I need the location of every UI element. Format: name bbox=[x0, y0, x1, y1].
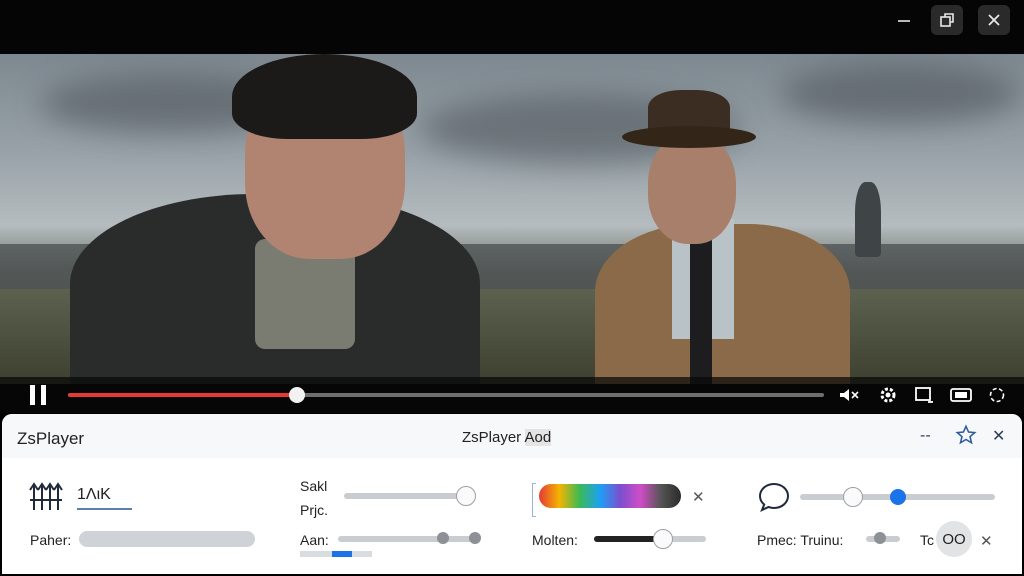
cloud bbox=[780, 64, 1020, 124]
chat-range-slider[interactable] bbox=[800, 487, 995, 507]
color-spectrum-slider[interactable] bbox=[539, 484, 681, 508]
pause-icon-bar bbox=[41, 385, 46, 405]
distant-statue bbox=[855, 182, 881, 257]
sakl-slider[interactable] bbox=[344, 486, 477, 506]
sakl-slider-handle[interactable] bbox=[456, 486, 477, 506]
volume-icon bbox=[840, 389, 859, 401]
tc-label: Tc bbox=[920, 532, 934, 548]
man-left-hair bbox=[232, 54, 417, 139]
equalizer-underline bbox=[77, 508, 132, 510]
aan-slider-handle[interactable] bbox=[437, 532, 450, 544]
miniplayer-button[interactable] bbox=[913, 385, 935, 405]
aan-slider-end-handle[interactable] bbox=[469, 532, 481, 544]
seek-handle[interactable] bbox=[288, 387, 305, 403]
panel-body: 1ΛιK Paher: Sakl Prjc. Aan: ✕ Molten: Pm… bbox=[2, 458, 1022, 574]
seek-bar[interactable] bbox=[68, 387, 824, 403]
truinu-slider[interactable] bbox=[866, 532, 900, 544]
fedora-hat bbox=[622, 90, 756, 150]
miniplayer-icon bbox=[915, 387, 933, 403]
molten-slider-handle[interactable] bbox=[653, 529, 674, 549]
truinu-slider-handle[interactable] bbox=[874, 532, 887, 544]
restore-icon bbox=[940, 13, 954, 27]
panel-close-button[interactable]: ✕ bbox=[992, 426, 1005, 446]
zsplayer-panel: ZsPlayer ZsPlayer Aod -- ✕ 1ΛιK Paher: S… bbox=[2, 414, 1022, 574]
equalizer-button[interactable] bbox=[28, 480, 64, 519]
center-title-highlight: Aod bbox=[524, 429, 552, 446]
molten-label: Molten: bbox=[532, 532, 578, 548]
fullscreen-button[interactable] bbox=[986, 385, 1008, 405]
theater-icon bbox=[950, 388, 972, 402]
man-right-tie bbox=[690, 234, 712, 384]
chat-range-handle-b[interactable] bbox=[889, 489, 906, 505]
chat-button[interactable] bbox=[757, 480, 791, 519]
pmec-truinu-label: Pmec: Truinu: bbox=[757, 532, 844, 548]
man-right-face bbox=[648, 134, 736, 244]
settings-button[interactable] bbox=[877, 385, 899, 405]
theater-button[interactable] bbox=[950, 385, 972, 405]
close-icon bbox=[988, 14, 1000, 26]
molten-slider[interactable] bbox=[594, 529, 706, 549]
oo-button[interactable]: OO bbox=[936, 521, 972, 557]
chat-bubble-icon bbox=[758, 482, 790, 512]
equalizer-icon bbox=[29, 482, 63, 510]
window-titlebar bbox=[0, 0, 1024, 54]
tc-clear-button[interactable]: ✕ bbox=[980, 532, 993, 550]
panel-title: ZsPlayer bbox=[17, 429, 85, 448]
player-controls bbox=[0, 377, 1024, 413]
volume-button[interactable] bbox=[838, 385, 860, 405]
sakl-label: Sakl bbox=[300, 478, 328, 494]
center-title-text: ZsPlayer bbox=[462, 429, 525, 446]
fullscreen-icon bbox=[989, 387, 1005, 403]
color-clear-button[interactable]: ✕ bbox=[692, 488, 705, 506]
settings-gear-icon bbox=[880, 387, 896, 403]
panel-header: ZsPlayer ZsPlayer Aod -- ✕ bbox=[2, 414, 1022, 459]
panel-center-title: ZsPlayer Aod bbox=[462, 429, 552, 446]
seek-bar-played bbox=[68, 393, 297, 397]
minimize-icon bbox=[898, 20, 910, 22]
paher-field[interactable] bbox=[79, 531, 255, 547]
aan-label: Aan: bbox=[300, 532, 329, 548]
pause-icon bbox=[30, 385, 35, 405]
pause-button[interactable] bbox=[30, 385, 46, 405]
minimize-button[interactable] bbox=[888, 5, 920, 35]
aan-segment-bar bbox=[300, 551, 372, 557]
favorite-button[interactable] bbox=[955, 424, 977, 451]
equalizer-value: 1ΛιK bbox=[77, 486, 111, 503]
color-bracket bbox=[532, 483, 536, 517]
hat-brim bbox=[622, 126, 756, 148]
prjc-label: Prjc. bbox=[300, 502, 328, 518]
video-frame[interactable] bbox=[0, 54, 1024, 384]
chat-range-handle-a[interactable] bbox=[842, 487, 863, 507]
collapse-button[interactable]: -- bbox=[920, 427, 931, 445]
close-button[interactable] bbox=[978, 5, 1010, 35]
aan-segment-active bbox=[332, 551, 352, 557]
paher-label: Paher: bbox=[30, 532, 72, 548]
aan-slider[interactable] bbox=[338, 532, 481, 544]
star-icon bbox=[955, 424, 977, 445]
restore-button[interactable] bbox=[931, 5, 963, 35]
